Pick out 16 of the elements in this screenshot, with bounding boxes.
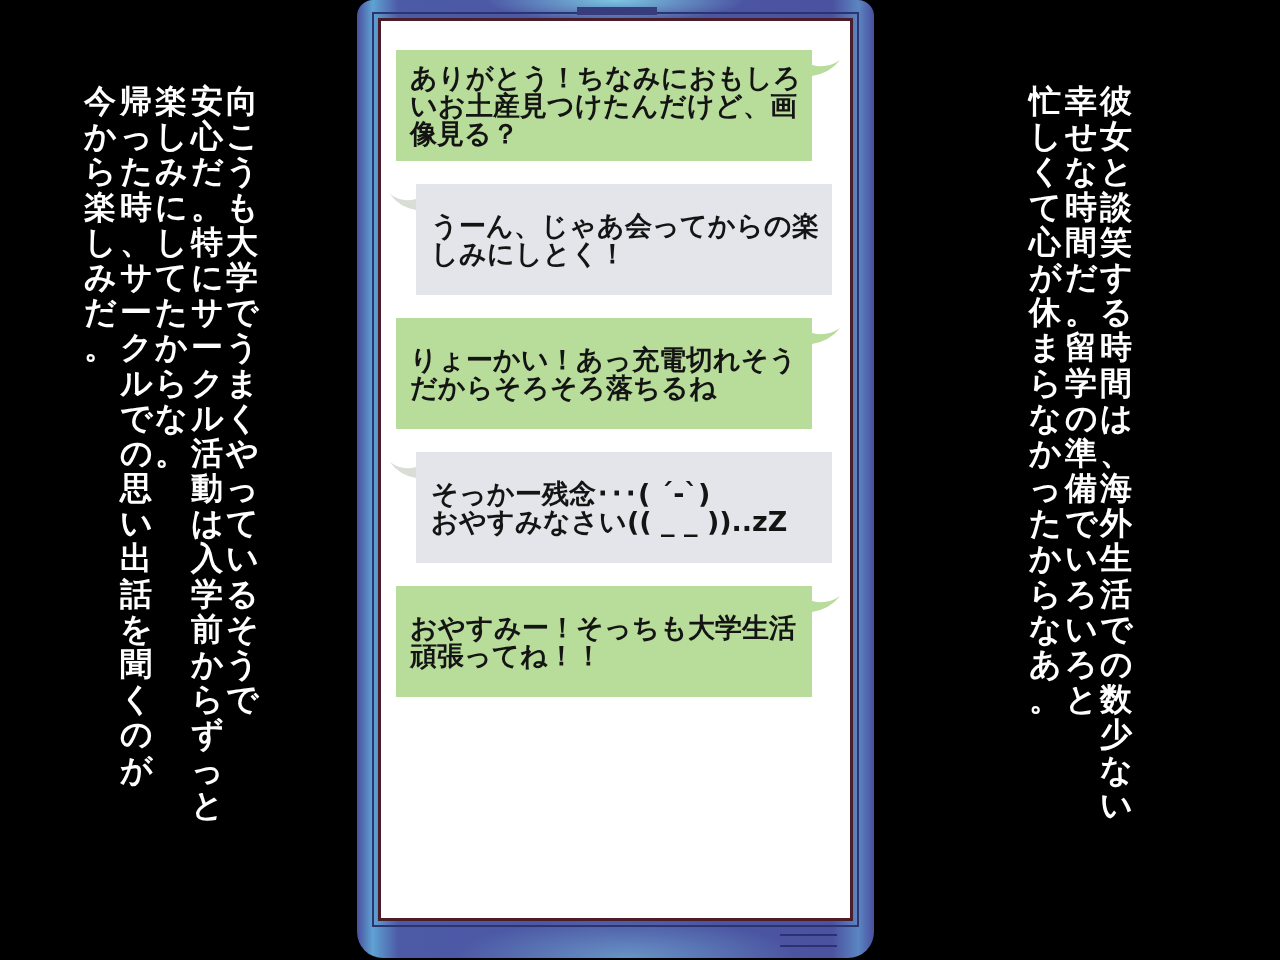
narration-text: 彼女と談笑する時間は、海外生活での数少ない bbox=[1100, 84, 1132, 823]
narration-text: 安心だ。特にサークル活動は入学前からずっと bbox=[190, 84, 223, 823]
message-text: うーん、じゃあ会ってからの楽しみにしとく！ bbox=[431, 211, 820, 268]
message-text: ありがとう！ちなみにおもしろいお土産見つけたんだけど、画像見る？ bbox=[410, 63, 802, 148]
narration-text: 今から楽しみだ。 bbox=[84, 84, 116, 366]
lines-icon bbox=[780, 934, 837, 947]
narration-text: 楽しみにしてたからな。 bbox=[155, 84, 187, 472]
narration-text: 向こうも大学でうまくやっているそうで bbox=[226, 84, 258, 718]
narration-text: 幸せな時間だ。留学の準備でいろいろと bbox=[1064, 84, 1097, 718]
message-text: りょーかい！あっ充電切れそうだからそろそろ落ちるね bbox=[410, 345, 798, 402]
message-text: おやすみー！そっちも大学生活頑張ってね！！ bbox=[410, 613, 797, 670]
narration-text: 帰った時、サークルでの思い出話を聞くのが bbox=[119, 84, 152, 788]
message-text: そっかー残念･･･( ´-`) おやすみなさい(( _ _ ))..zZ bbox=[431, 479, 789, 536]
bubble-tail-icon bbox=[390, 462, 416, 478]
narration-text: 忙しくて心が休まらなかったからなあ。 bbox=[1029, 84, 1061, 718]
bubble-tail-icon bbox=[390, 194, 416, 210]
